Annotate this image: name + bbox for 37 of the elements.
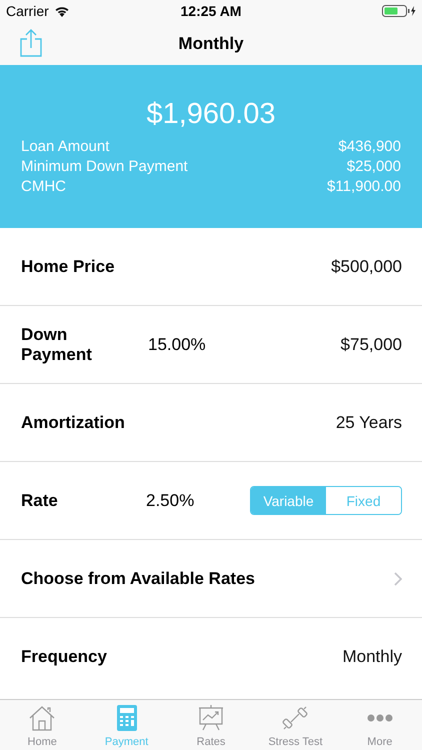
chart-board-icon (198, 705, 224, 731)
summary-value: $25,000 (346, 157, 401, 177)
nav-title: Monthly (178, 34, 244, 54)
field-value[interactable]: $500,000 (331, 256, 402, 276)
field-label: Home Price (21, 256, 116, 276)
summary-value: $436,900 (338, 137, 401, 157)
chevron-icon[interactable] (394, 572, 402, 586)
percent-value[interactable]: 15.00% (131, 334, 341, 354)
segment-option[interactable]: Variable (251, 487, 326, 514)
field-label: Choose from Available Rates (21, 568, 256, 588)
wifi-icon (54, 5, 70, 17)
rate-value[interactable]: 2.50% (146, 490, 194, 510)
monthly-payment: $1,960.03 (146, 98, 276, 130)
field-label: Rate (21, 490, 59, 510)
tab-label[interactable]: Stress Test (268, 736, 323, 748)
field-value[interactable]: 25 Years (336, 412, 402, 432)
tab-label[interactable]: Rates (196, 736, 226, 748)
field-value[interactable]: $75,000 (340, 334, 402, 354)
tab-label[interactable]: Home (28, 736, 57, 748)
home-icon (29, 705, 56, 731)
tab-label[interactable]: Payment (104, 736, 148, 748)
summary-label: Loan Amount (21, 137, 110, 157)
more-icon (366, 714, 393, 722)
status-time: 12:25 AM (180, 3, 242, 19)
field-label: Frequency (21, 647, 108, 667)
field-label: Amortization (21, 412, 126, 432)
field-label: Down Payment (21, 324, 93, 364)
field-value[interactable]: Monthly (342, 647, 402, 667)
calculator-icon (116, 705, 137, 731)
share-icon[interactable] (20, 29, 42, 57)
battery-icon (382, 5, 416, 17)
summary-value: $11,900.00 (327, 177, 401, 197)
tab-label[interactable]: More (367, 736, 392, 748)
summary-label: Minimum Down Payment (21, 157, 188, 177)
carrier-name: Carrier (6, 3, 49, 19)
dumbbell-icon (282, 705, 308, 731)
summary-label: CMHC (21, 177, 66, 197)
